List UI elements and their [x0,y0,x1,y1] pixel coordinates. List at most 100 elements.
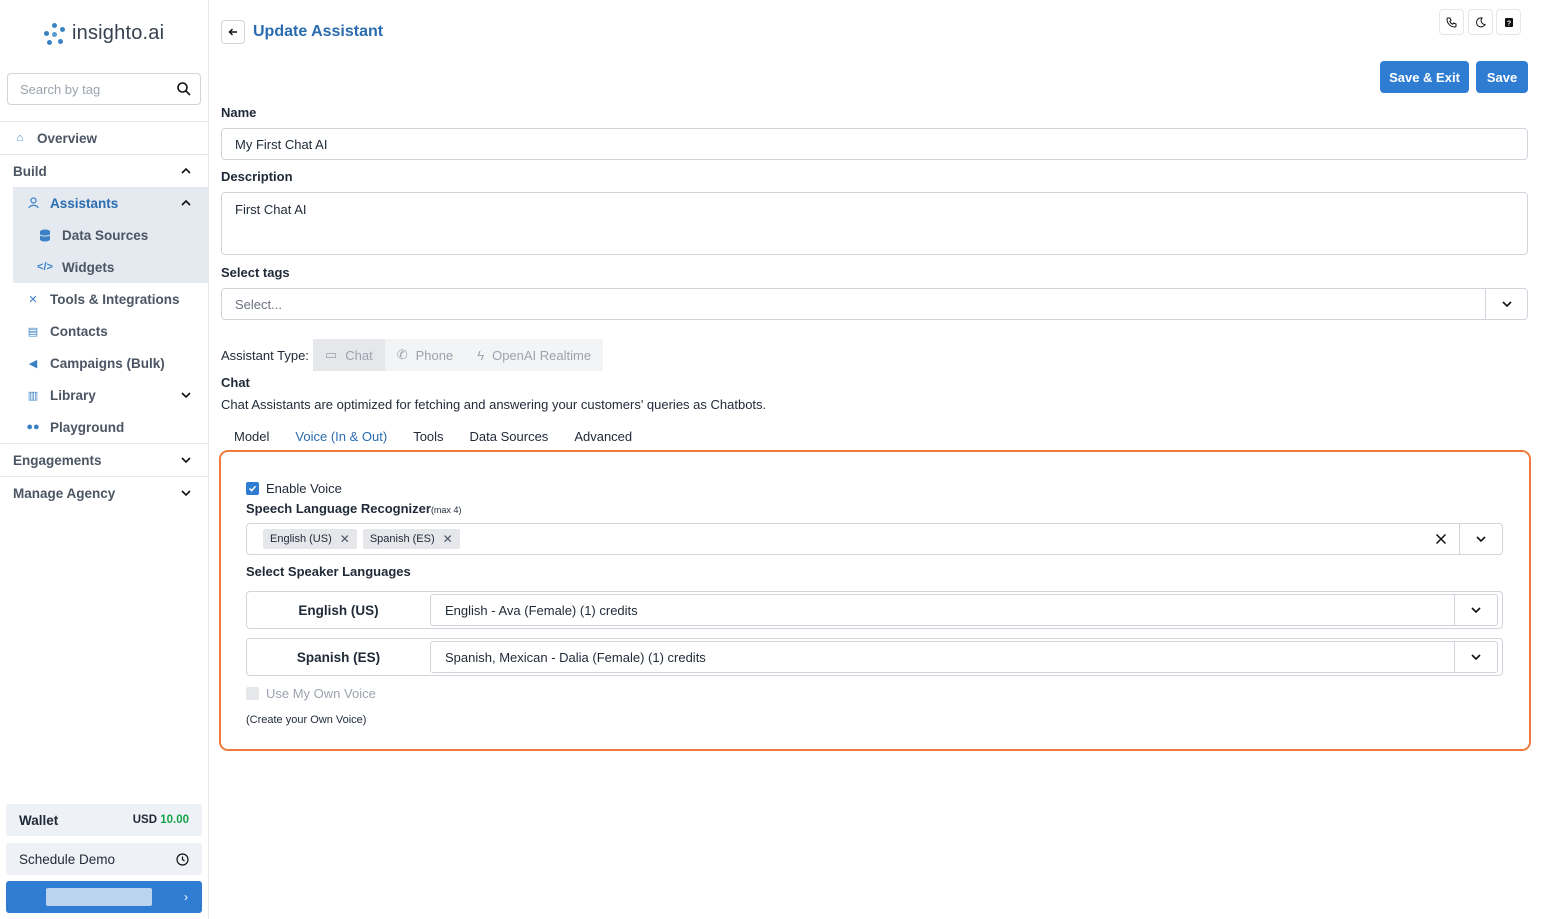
description-textarea[interactable]: First Chat AI [221,192,1528,255]
chevron-down-icon [1471,607,1481,614]
wallet-balance: USD 10.00 [132,814,189,826]
phone-icon: ✆ [396,347,408,362]
sidebar-section-label: Build [13,163,47,179]
sidebar-item-label: Data Sources [62,227,149,243]
sidebar-section-manage-agency[interactable]: Manage Agency [0,477,208,509]
create-own-voice-link[interactable]: (Create your Own Voice) [246,714,366,726]
dark-mode-button[interactable] [1468,9,1493,35]
contacts-icon: ▤ [27,325,39,338]
megaphone-icon: ◀ [28,357,38,370]
help-icon: ? [1504,17,1513,27]
sidebar-item-label: Library [50,387,96,403]
user-menu-button[interactable]: › [6,881,202,913]
chevron-up-icon [181,199,191,206]
enable-voice-checkbox[interactable]: Enable Voice [246,481,342,496]
sidebar-item-campaigns[interactable]: ◀ Campaigns (Bulk) [0,347,208,379]
name-input[interactable]: My First Chat AI [221,128,1528,160]
arrow-left-icon [228,28,237,36]
help-button[interactable]: ? [1496,9,1521,35]
sidebar-section-label: Engagements [13,452,102,468]
chevron-right-icon: › [184,890,188,904]
sidebar-item-overview[interactable]: ⌂ Overview [0,122,208,154]
sidebar-item-label: Contacts [50,323,108,339]
search-icon[interactable] [176,81,192,97]
speaker-row-english: English (US) English - Ava (Female) (1) … [246,591,1503,629]
code-icon: </> [37,261,53,273]
database-icon [38,228,52,242]
name-label: Name [221,105,257,120]
svg-text:?: ? [1506,20,1510,27]
logo-text: insighto.ai [72,22,165,44]
speech-language-dropdown-toggle[interactable] [1459,524,1502,554]
assistant-type-phone[interactable]: ✆ Phone [385,339,466,371]
sidebar-item-label: Campaigns (Bulk) [50,355,165,371]
voice-dropdown-toggle[interactable] [1454,595,1497,625]
language-chip[interactable]: English (US) ✕ [263,529,357,549]
home-icon: ⌂ [16,132,24,144]
page-title: Update Assistant [253,23,384,40]
assistant-type-chat[interactable]: ▭ Chat [312,339,385,371]
checkbox-unchecked-icon [246,687,259,700]
save-exit-button[interactable]: Save & Exit [1380,61,1469,93]
moon-icon [1476,16,1486,27]
sidebar-item-label: Overview [37,130,98,146]
clear-icon[interactable] [1433,531,1449,547]
search-box[interactable] [7,73,201,105]
phone-button[interactable] [1439,9,1464,35]
assistant-type-realtime[interactable]: ϟ OpenAI Realtime [465,339,603,371]
remove-chip-icon[interactable]: ✕ [340,532,350,546]
chevron-up-icon [181,167,191,174]
tab-advanced[interactable]: Advanced [561,427,645,445]
lightning-icon: ϟ [477,347,485,363]
chevron-down-icon [1471,654,1481,661]
sidebar-item-widgets[interactable]: </> Widgets [13,251,208,283]
voice-select-value: English - Ava (Female) (1) credits [445,602,638,618]
tags-dropdown-toggle[interactable] [1485,289,1527,319]
own-voice-checkbox[interactable]: Use My Own Voice [246,686,376,701]
logo[interactable]: insighto.ai [44,22,164,45]
speech-language-select[interactable]: English (US) ✕ Spanish (ES) ✕ [246,523,1503,555]
schedule-demo-label: Schedule Demo [19,851,116,867]
assistant-type-options: ▭ Chat ✆ Phone ϟ OpenAI Realtime [312,339,604,371]
sidebar-item-assistants[interactable]: Assistants [13,187,208,219]
user-icon [26,196,40,210]
sidebar-item-label: Assistants [50,195,119,211]
assistants-group: Assistants Data Sources </> Widgets [13,187,208,283]
sidebar-section-engagements[interactable]: Engagements [0,444,208,476]
tab-tools[interactable]: Tools [400,427,456,445]
sidebar-item-playground[interactable]: ●● Playground [0,411,208,443]
voice-dropdown-toggle[interactable] [1454,642,1497,672]
speaker-language-label: English (US) [298,602,379,618]
tags-placeholder: Select... [235,296,282,312]
save-button[interactable]: Save [1476,61,1528,93]
chat-description: Chat Assistants are optimized for fetchi… [221,397,767,412]
sidebar-item-tools[interactable]: ✕ Tools & Integrations [0,283,208,315]
tab-data-sources[interactable]: Data Sources [457,427,562,445]
remove-chip-icon[interactable]: ✕ [443,532,453,546]
tab-voice[interactable]: Voice (In & Out) [282,427,400,445]
sidebar-item-data-sources[interactable]: Data Sources [13,219,208,251]
voice-select-spanish[interactable]: Spanish, Mexican - Dalia (Female) (1) cr… [430,641,1498,673]
tab-model[interactable]: Model [221,427,282,445]
schedule-demo-button[interactable]: Schedule Demo [6,843,202,875]
chat-icon: ▭ [324,347,338,362]
sidebar-nav: ⌂ Overview Build Assistants Data Sources [0,121,208,509]
own-voice-label: Use My Own Voice [266,686,376,701]
description-label: Description [221,169,293,184]
assistant-type-label: Assistant Type: [221,347,309,363]
tags-select[interactable]: Select... [221,288,1528,320]
sidebar-item-library[interactable]: ▥ Library [0,379,208,411]
wallet[interactable]: Wallet USD 10.00 [6,804,202,836]
sidebar-item-contacts[interactable]: ▤ Contacts [0,315,208,347]
library-icon: ▥ [27,389,39,402]
sidebar-item-label: Tools & Integrations [50,291,180,307]
back-button[interactable] [221,20,245,44]
voice-select-english[interactable]: English - Ava (Female) (1) credits [430,594,1498,626]
language-chip[interactable]: Spanish (ES) ✕ [362,529,460,549]
assistant-type: Assistant Type: ▭ Chat ✆ Phone ϟ OpenAI … [221,339,604,371]
chevron-down-icon [1476,536,1486,543]
sidebar-section-label: Manage Agency [13,485,116,501]
search-input[interactable] [20,81,170,97]
sidebar-section-build[interactable]: Build [0,155,208,187]
user-name-redacted [46,888,152,906]
